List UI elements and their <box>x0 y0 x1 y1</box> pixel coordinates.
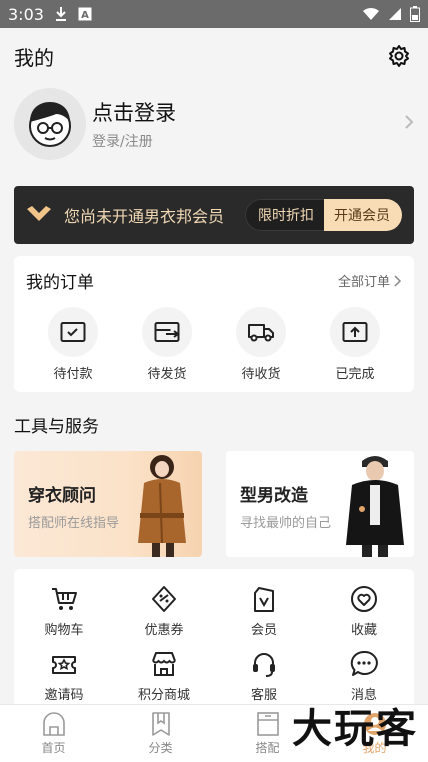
vip-banner[interactable]: 您尚未开通男衣邦会员 限时折扣 开通会员 <box>14 186 414 244</box>
vip-chevron-icon <box>26 205 54 225</box>
promo-title: 穿衣顾问 <box>28 486 96 506</box>
coupon-icon <box>150 583 178 615</box>
tab-category[interactable]: 分类 <box>107 705 214 762</box>
tab-label: 首页 <box>41 741 66 755</box>
vip-text: 您尚未开通男衣邦会员 <box>64 207 225 226</box>
tool-label: 优惠券 <box>144 623 184 638</box>
tool-points-mall[interactable]: 积分商城 <box>114 648 214 703</box>
battery-icon <box>410 6 420 22</box>
box-icon <box>142 307 192 357</box>
tool-label: 购物车 <box>44 623 84 638</box>
watermark-logo: 大玩客 <box>292 706 418 752</box>
tool-messages[interactable]: 消息 <box>314 648 414 703</box>
tool-coupon[interactable]: 优惠券 <box>114 583 214 638</box>
cart-icon <box>50 583 78 615</box>
login-title: 点击登录 <box>92 101 176 125</box>
headset-icon <box>250 648 278 680</box>
message-icon <box>350 648 378 680</box>
order-pending-receipt[interactable]: 待收货 <box>214 307 308 382</box>
avatar <box>14 88 86 160</box>
tool-invite[interactable]: 邀请码 <box>14 648 114 703</box>
tool-label: 客服 <box>250 688 277 703</box>
app-a-icon: A <box>78 7 92 21</box>
order-label: 待付款 <box>53 367 93 382</box>
order-pending-payment[interactable]: 待付款 <box>26 307 120 382</box>
header: 我的 <box>0 28 428 84</box>
wardrobe-icon <box>256 712 279 736</box>
login-entry[interactable]: 点击登录 登录/注册 <box>0 84 428 164</box>
status-time: 3:03 <box>8 4 44 24</box>
page-title: 我的 <box>14 45 54 70</box>
signal-icon <box>388 7 402 21</box>
promo-subtitle: 寻找最帅的自己 <box>240 516 332 531</box>
tab-label: 搭配 <box>255 741 280 755</box>
all-orders-label: 全部订单 <box>337 275 390 290</box>
order-completed[interactable]: 已完成 <box>308 307 402 382</box>
vip-icon <box>250 583 278 615</box>
shop-icon <box>150 648 178 680</box>
orders-title: 我的订单 <box>26 273 94 293</box>
tools-section-title: 工具与服务 <box>14 417 99 437</box>
gear-icon <box>389 45 409 67</box>
status-bar: 3:03 A <box>0 0 428 28</box>
order-label: 待收货 <box>241 367 281 382</box>
promo-style-advisor[interactable]: 穿衣顾问 搭配师在线指导 <box>14 451 202 557</box>
order-pending-shipment[interactable]: 待发货 <box>120 307 214 382</box>
tool-favorite[interactable]: 收藏 <box>314 583 414 638</box>
tab-home[interactable]: 首页 <box>0 705 107 762</box>
order-label: 已完成 <box>335 367 375 382</box>
svg-text:A: A <box>81 10 89 21</box>
tool-label: 会员 <box>250 623 277 638</box>
download-icon <box>54 6 68 22</box>
truck-icon <box>236 307 286 357</box>
chevron-right-icon <box>394 274 402 287</box>
promo-subtitle: 搭配师在线指导 <box>28 516 120 531</box>
vip-discount-tag: 限时折扣 <box>245 199 324 231</box>
tool-label: 邀请码 <box>44 688 84 703</box>
promo-title: 型男改造 <box>240 486 308 506</box>
orders-card: 我的订单 全部订单 待付款 待发货 待收货 已完成 <box>14 256 414 392</box>
home-icon <box>42 712 65 736</box>
settings-button[interactable] <box>384 41 414 71</box>
vip-open-label: 开通会员 <box>324 199 402 231</box>
tool-customer-service[interactable]: 客服 <box>214 648 314 703</box>
bookmark-icon <box>151 712 170 736</box>
chevron-right-icon <box>404 114 414 134</box>
favorite-icon <box>350 583 378 615</box>
tool-vip[interactable]: 会员 <box>214 583 314 638</box>
tool-label: 收藏 <box>350 623 377 638</box>
tool-label: 积分商城 <box>137 688 190 703</box>
wallet-icon <box>48 307 98 357</box>
vip-open-button[interactable]: 限时折扣 开通会员 <box>245 199 402 231</box>
all-orders-link[interactable]: 全部订单 <box>338 271 402 290</box>
tab-label: 分类 <box>148 741 173 755</box>
order-label: 待发货 <box>147 367 187 382</box>
login-subtitle: 登录/注册 <box>92 134 153 150</box>
invite-icon <box>50 648 78 680</box>
wifi-icon <box>362 7 380 21</box>
done-box-icon <box>330 307 380 357</box>
tools-card: 购物车 优惠券 会员 收藏 邀请码 积分商城 客服 消息 <box>14 569 414 711</box>
tool-cart[interactable]: 购物车 <box>14 583 114 638</box>
promo-makeover[interactable]: 型男改造 寻找最帅的自己 <box>226 451 414 557</box>
